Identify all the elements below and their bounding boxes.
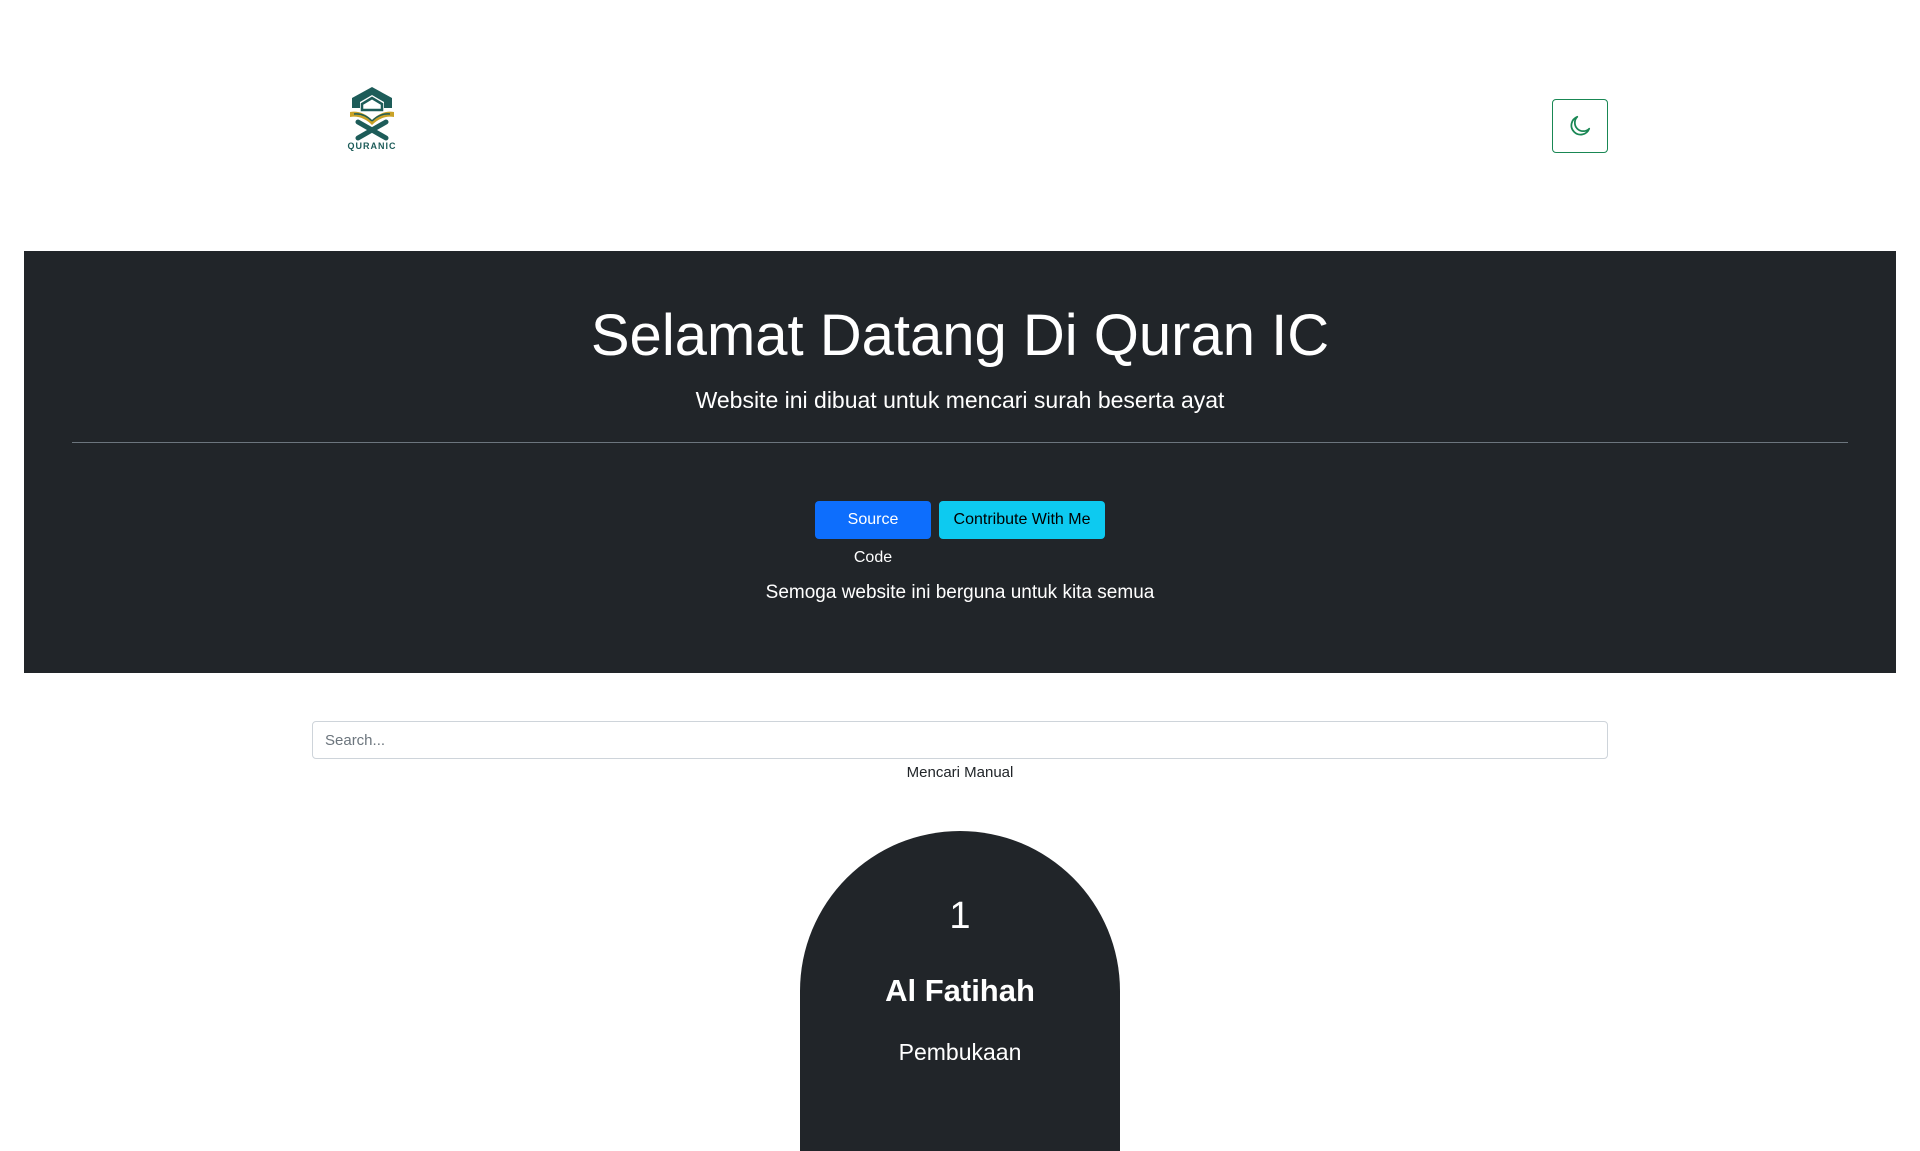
surah-name: Al Fatihah bbox=[885, 973, 1035, 1008]
search-input[interactable] bbox=[312, 721, 1608, 759]
source-code-button[interactable]: Source Code bbox=[815, 501, 931, 566]
contribute-button[interactable]: Contribute With Me bbox=[939, 501, 1105, 539]
surah-card[interactable]: 1 Al Fatihah Pembukaan bbox=[800, 831, 1120, 1151]
search-section: Mencari Manual bbox=[312, 721, 1608, 781]
search-help-text: Mencari Manual bbox=[906, 764, 1014, 781]
navbar: QURANIC bbox=[0, 0, 1920, 230]
hero-divider bbox=[72, 442, 1848, 443]
hero-note: Semoga website ini berguna untuk kita se… bbox=[765, 582, 1155, 603]
surah-number: 1 bbox=[949, 895, 971, 937]
hero-lead: Website ini dibuat untuk mencari surah b… bbox=[695, 387, 1225, 413]
hero-buttons: Source Code Contribute With Me bbox=[24, 501, 1896, 566]
moon-icon bbox=[1570, 115, 1591, 136]
surah-meaning: Pembukaan bbox=[898, 1039, 1022, 1065]
theme-toggle-button[interactable] bbox=[1552, 99, 1608, 153]
quran-stand-icon bbox=[350, 87, 394, 141]
logo-text: QURANIC bbox=[347, 141, 397, 151]
quranic-logo[interactable]: QURANIC bbox=[340, 84, 404, 154]
hero-title: Selamat Datang Di Quran IC bbox=[590, 303, 1330, 368]
hero-jumbotron: Selamat Datang Di Quran IC Website ini d… bbox=[24, 251, 1896, 673]
